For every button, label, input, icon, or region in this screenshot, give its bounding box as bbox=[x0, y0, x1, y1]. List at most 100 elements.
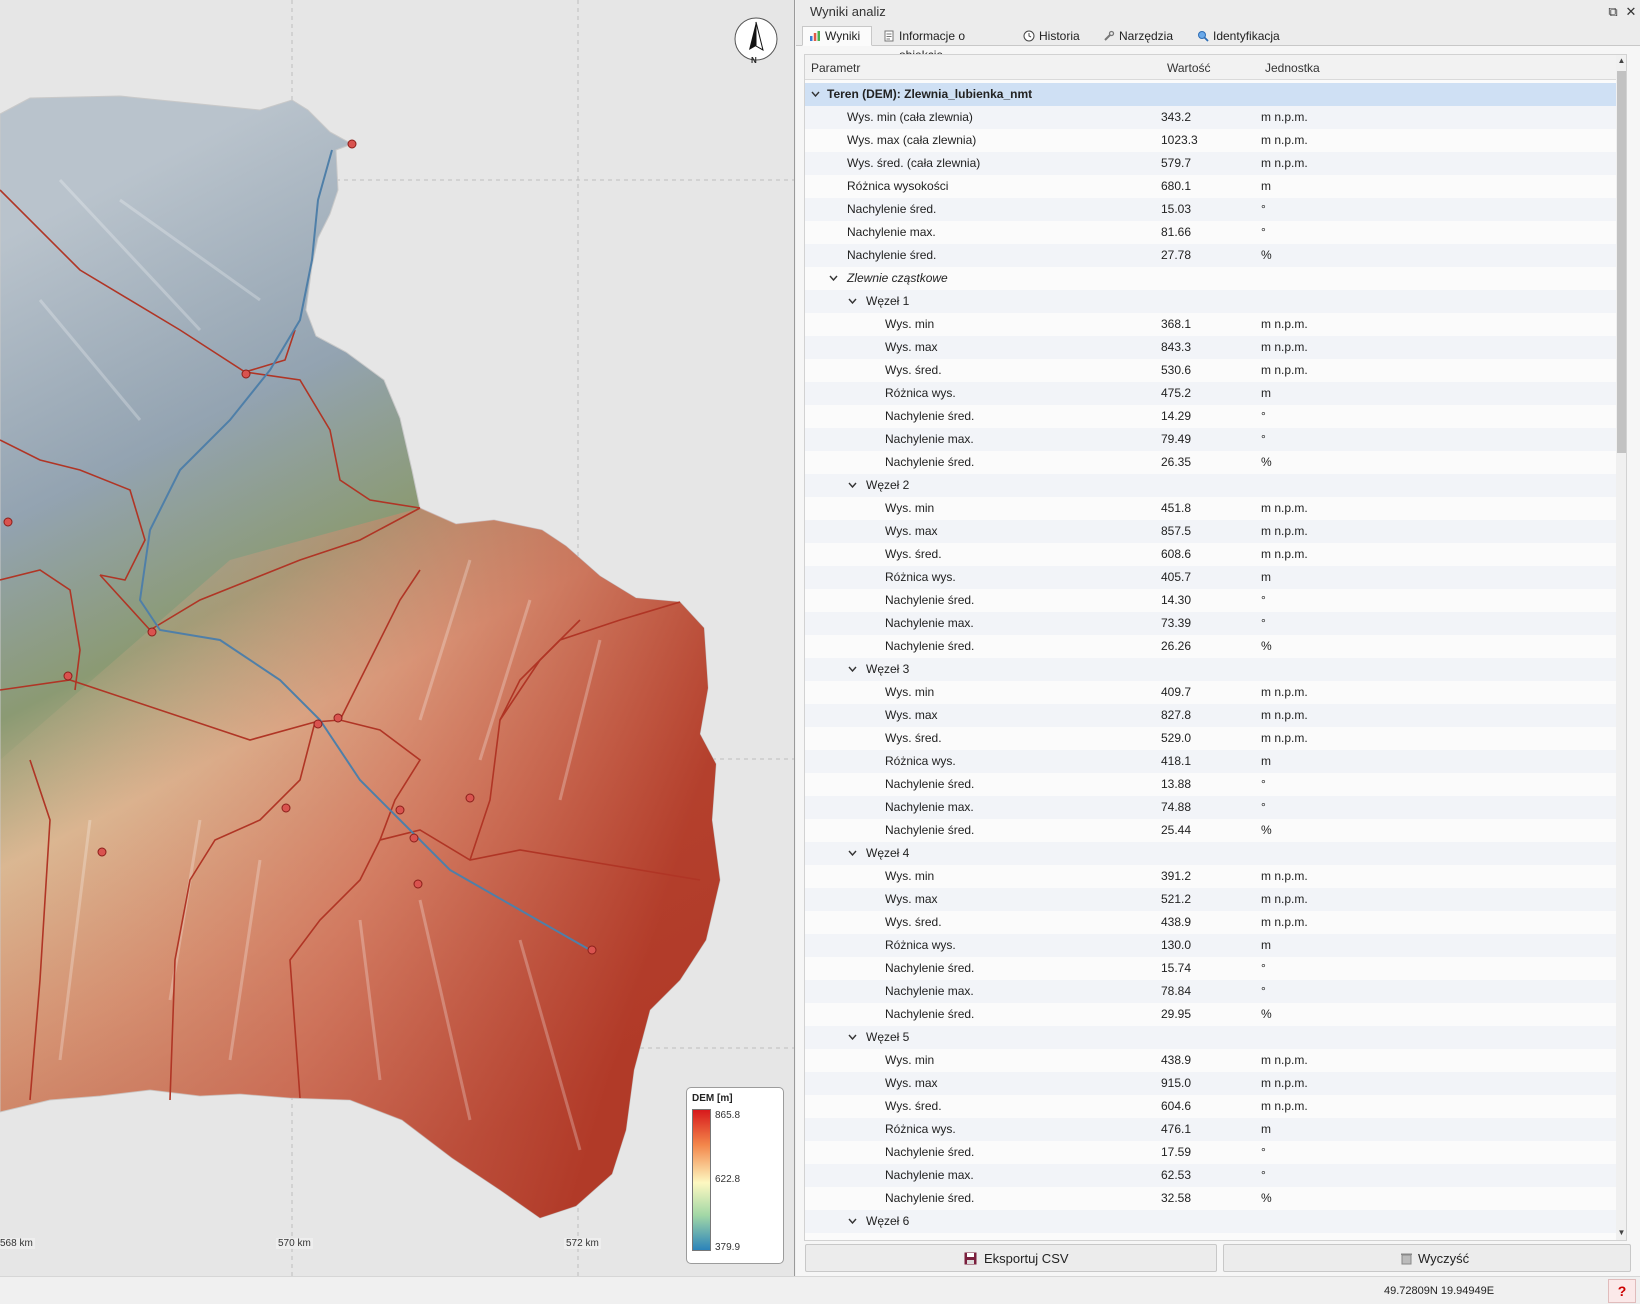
table-row[interactable]: Wys. min 438.9 m n.p.m. bbox=[805, 1049, 1616, 1072]
table-row[interactable]: Wys. min 409.7 m n.p.m. bbox=[805, 681, 1616, 704]
param-value: 608.6 bbox=[1161, 547, 1192, 561]
chevron-down-icon[interactable] bbox=[811, 91, 820, 97]
tree-node-row[interactable]: Węzeł 5 bbox=[805, 1026, 1616, 1049]
chevron-down-icon[interactable] bbox=[848, 1034, 857, 1040]
param-value: 680.1 bbox=[1161, 179, 1192, 193]
column-header-param[interactable]: Parametr bbox=[811, 61, 860, 75]
chevron-down-icon[interactable] bbox=[829, 275, 838, 281]
param-value: 130.0 bbox=[1161, 938, 1192, 952]
param-name: Wys. min bbox=[885, 685, 935, 699]
tab-informacje[interactable]: Informacje o obiekcie bbox=[876, 26, 1012, 62]
column-header-unit[interactable]: Jednostka bbox=[1265, 61, 1320, 75]
table-row[interactable]: Wys. śred. 529.0 m n.p.m. bbox=[805, 727, 1616, 750]
param-unit: ° bbox=[1261, 800, 1266, 814]
param-unit: % bbox=[1261, 639, 1272, 653]
results-panel: Wyniki analiz ⧉ ✕ Wyniki Informacje o ob… bbox=[796, 0, 1640, 1276]
tab-identyfikacja[interactable]: Identyfikacja bbox=[1190, 26, 1290, 46]
panel-title: Wyniki analiz bbox=[810, 4, 886, 19]
param-name: Nachylenie śred. bbox=[885, 593, 975, 607]
table-row[interactable]: Nachylenie śred. 13.88 ° bbox=[805, 773, 1616, 796]
table-row[interactable]: Różnica wys. 418.1 m bbox=[805, 750, 1616, 773]
table-row[interactable]: Wys. max 857.5 m n.p.m. bbox=[805, 520, 1616, 543]
table-row[interactable]: Nachylenie śred. 27.78% bbox=[805, 244, 1616, 267]
scroll-down-icon[interactable]: ▼ bbox=[1617, 1227, 1626, 1239]
param-value: 73.39 bbox=[1161, 616, 1192, 630]
close-icon[interactable]: ✕ bbox=[1622, 3, 1640, 21]
table-row[interactable]: Wys. max 915.0 m n.p.m. bbox=[805, 1072, 1616, 1095]
table-row[interactable]: Wys. min 391.2 m n.p.m. bbox=[805, 865, 1616, 888]
table-row[interactable]: Nachylenie max. 78.84 ° bbox=[805, 980, 1616, 1003]
scale-tick-label: 568 km bbox=[0, 1238, 35, 1249]
table-row[interactable]: Różnica wys. 405.7 m bbox=[805, 566, 1616, 589]
tree-group-row[interactable]: Zlewnie cząstkowe bbox=[805, 267, 1616, 290]
vertical-scrollbar[interactable]: ▲ ▼ bbox=[1616, 55, 1626, 1240]
table-row[interactable]: Nachylenie śred. 29.95% bbox=[805, 1003, 1616, 1026]
param-value: 17.59 bbox=[1161, 1145, 1192, 1159]
tree-node-row[interactable]: Węzeł 6 bbox=[805, 1210, 1616, 1233]
chevron-down-icon[interactable] bbox=[848, 298, 857, 304]
scrollbar-thumb[interactable] bbox=[1617, 71, 1626, 453]
tab-wyniki[interactable]: Wyniki bbox=[802, 26, 872, 46]
map-canvas[interactable]: N 568 km 570 km 572 km DEM [m] 865.8 622… bbox=[0, 0, 795, 1276]
table-row[interactable]: Nachylenie max. 73.39 ° bbox=[805, 612, 1616, 635]
table-row[interactable]: Wys. min 451.8 m n.p.m. bbox=[805, 497, 1616, 520]
tab-narzedzia[interactable]: Narzędzia bbox=[1096, 26, 1186, 46]
scroll-up-icon[interactable]: ▲ bbox=[1617, 55, 1626, 67]
param-value: 391.2 bbox=[1161, 869, 1192, 883]
table-row[interactable]: Nachylenie max. 81.66 ° bbox=[805, 221, 1616, 244]
table-row[interactable]: Różnica wys. 476.1 m bbox=[805, 1118, 1616, 1141]
param-value: 79.49 bbox=[1161, 432, 1192, 446]
table-row[interactable]: Różnica wysokości 680.1 m bbox=[805, 175, 1616, 198]
chevron-down-icon[interactable] bbox=[848, 666, 857, 672]
results-tree[interactable]: Parametr Wartość Jednostka Teren (DEM): … bbox=[804, 54, 1627, 1241]
param-name: Nachylenie max. bbox=[885, 800, 974, 814]
tree-node-row[interactable]: Węzeł 2 bbox=[805, 474, 1616, 497]
table-row[interactable]: Wys. max (cała zlewnia) 1023.3 m n.p.m. bbox=[805, 129, 1616, 152]
export-csv-button[interactable]: Eksportuj CSV bbox=[805, 1244, 1217, 1272]
table-row[interactable]: Różnica wys. 475.2 m bbox=[805, 382, 1616, 405]
param-value: 1023.3 bbox=[1161, 133, 1198, 147]
table-row[interactable]: Wys. śred. 530.6 m n.p.m. bbox=[805, 359, 1616, 382]
table-row[interactable]: Nachylenie max. 74.88 ° bbox=[805, 796, 1616, 819]
table-row[interactable]: Wys. max 827.8 m n.p.m. bbox=[805, 704, 1616, 727]
tree-node-row[interactable]: Węzeł 3 bbox=[805, 658, 1616, 681]
table-row[interactable]: Nachylenie max. 79.49 ° bbox=[805, 428, 1616, 451]
table-row[interactable]: Wys. max 843.3 m n.p.m. bbox=[805, 336, 1616, 359]
param-unit: m n.p.m. bbox=[1261, 869, 1308, 883]
chevron-down-icon[interactable] bbox=[848, 850, 857, 856]
table-row[interactable]: Nachylenie max. 62.53 ° bbox=[805, 1164, 1616, 1187]
table-row[interactable]: Wys. max 521.2 m n.p.m. bbox=[805, 888, 1616, 911]
help-button[interactable]: ? bbox=[1608, 1279, 1636, 1303]
param-unit: m n.p.m. bbox=[1261, 524, 1308, 538]
table-row[interactable]: Wys. śred. 608.6 m n.p.m. bbox=[805, 543, 1616, 566]
table-row[interactable]: Nachylenie śred. 14.30 ° bbox=[805, 589, 1616, 612]
table-row[interactable]: Nachylenie śred. 14.29 ° bbox=[805, 405, 1616, 428]
table-row[interactable]: Wys. min 368.1 m n.p.m. bbox=[805, 313, 1616, 336]
param-unit: m n.p.m. bbox=[1261, 547, 1308, 561]
table-row[interactable]: Wys. śred. 604.6 m n.p.m. bbox=[805, 1095, 1616, 1118]
float-window-icon[interactable]: ⧉ bbox=[1604, 3, 1622, 21]
column-header-value[interactable]: Wartość bbox=[1167, 61, 1211, 75]
table-row[interactable]: Nachylenie śred. 15.74 ° bbox=[805, 957, 1616, 980]
table-row[interactable]: Nachylenie śred. 26.26% bbox=[805, 635, 1616, 658]
chevron-down-icon[interactable] bbox=[848, 1218, 857, 1224]
table-row[interactable]: Wys. śred. (cała zlewnia) 579.7 m n.p.m. bbox=[805, 152, 1616, 175]
node-label: Węzeł 2 bbox=[866, 478, 910, 492]
tree-node-row[interactable]: Węzeł 1 bbox=[805, 290, 1616, 313]
table-row[interactable]: Nachylenie śred. 25.44% bbox=[805, 819, 1616, 842]
chevron-down-icon[interactable] bbox=[848, 482, 857, 488]
legend-max: 865.8 bbox=[715, 1110, 741, 1121]
table-row[interactable]: Wys. śred. 438.9 m n.p.m. bbox=[805, 911, 1616, 934]
table-row[interactable]: Nachylenie śred. 15.03 ° bbox=[805, 198, 1616, 221]
tree-node-row[interactable]: Węzeł 4 bbox=[805, 842, 1616, 865]
table-row[interactable]: Nachylenie śred. 17.59 ° bbox=[805, 1141, 1616, 1164]
tree-root-row[interactable]: Teren (DEM): Zlewnia_lubienka_nmt bbox=[805, 83, 1616, 106]
table-row[interactable]: Nachylenie śred. 32.58% bbox=[805, 1187, 1616, 1210]
tab-historia[interactable]: Historia bbox=[1016, 26, 1092, 46]
table-row[interactable]: Różnica wys. 130.0 m bbox=[805, 934, 1616, 957]
dem-legend: DEM [m] 865.8 622.8 379.9 bbox=[686, 1087, 784, 1264]
table-row[interactable]: Wys. min (cała zlewnia) 343.2 m n.p.m. bbox=[805, 106, 1616, 129]
clear-button[interactable]: Wyczyść bbox=[1223, 1244, 1631, 1272]
dem-terrain-map bbox=[0, 0, 794, 1276]
table-row[interactable]: Nachylenie śred. 26.35% bbox=[805, 451, 1616, 474]
